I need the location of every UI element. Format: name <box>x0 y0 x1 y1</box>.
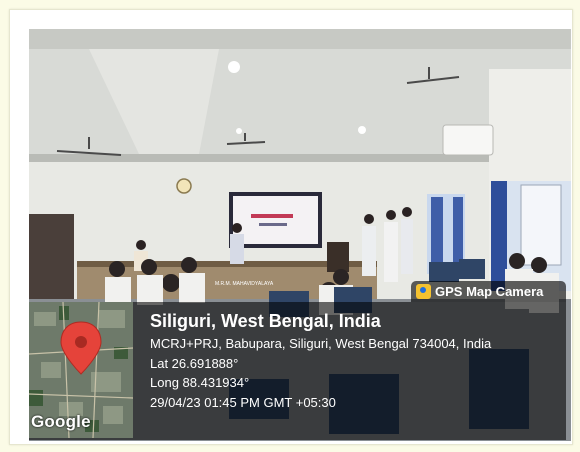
geo-info-overlay: Google Siliguri, West Bengal, India MCRJ… <box>29 302 566 440</box>
latitude-text: Lat 26.691888° <box>150 355 239 371</box>
address-text: MCRJ+PRJ, Babupara, Siliguri, West Benga… <box>150 336 492 351</box>
location-title: Siliguri, West Bengal, India <box>150 311 381 331</box>
gps-map-camera-icon <box>416 284 431 299</box>
location-info: Siliguri, West Bengal, India MCRJ+PRJ, B… <box>150 310 491 412</box>
gps-map-camera-badge: GPS Map Camera <box>411 281 566 302</box>
google-logo: Google <box>31 412 91 431</box>
gps-map-camera-label: GPS Map Camera <box>435 284 544 299</box>
datetime-text: 29/04/23 01:45 PM GMT +05:30 <box>150 394 336 410</box>
longitude-text: Long 88.431934° <box>150 375 250 390</box>
stage-banner-text: M.R.M. MAHAVIDYALAYA <box>215 281 274 287</box>
map-thumbnail: Google <box>29 302 133 438</box>
